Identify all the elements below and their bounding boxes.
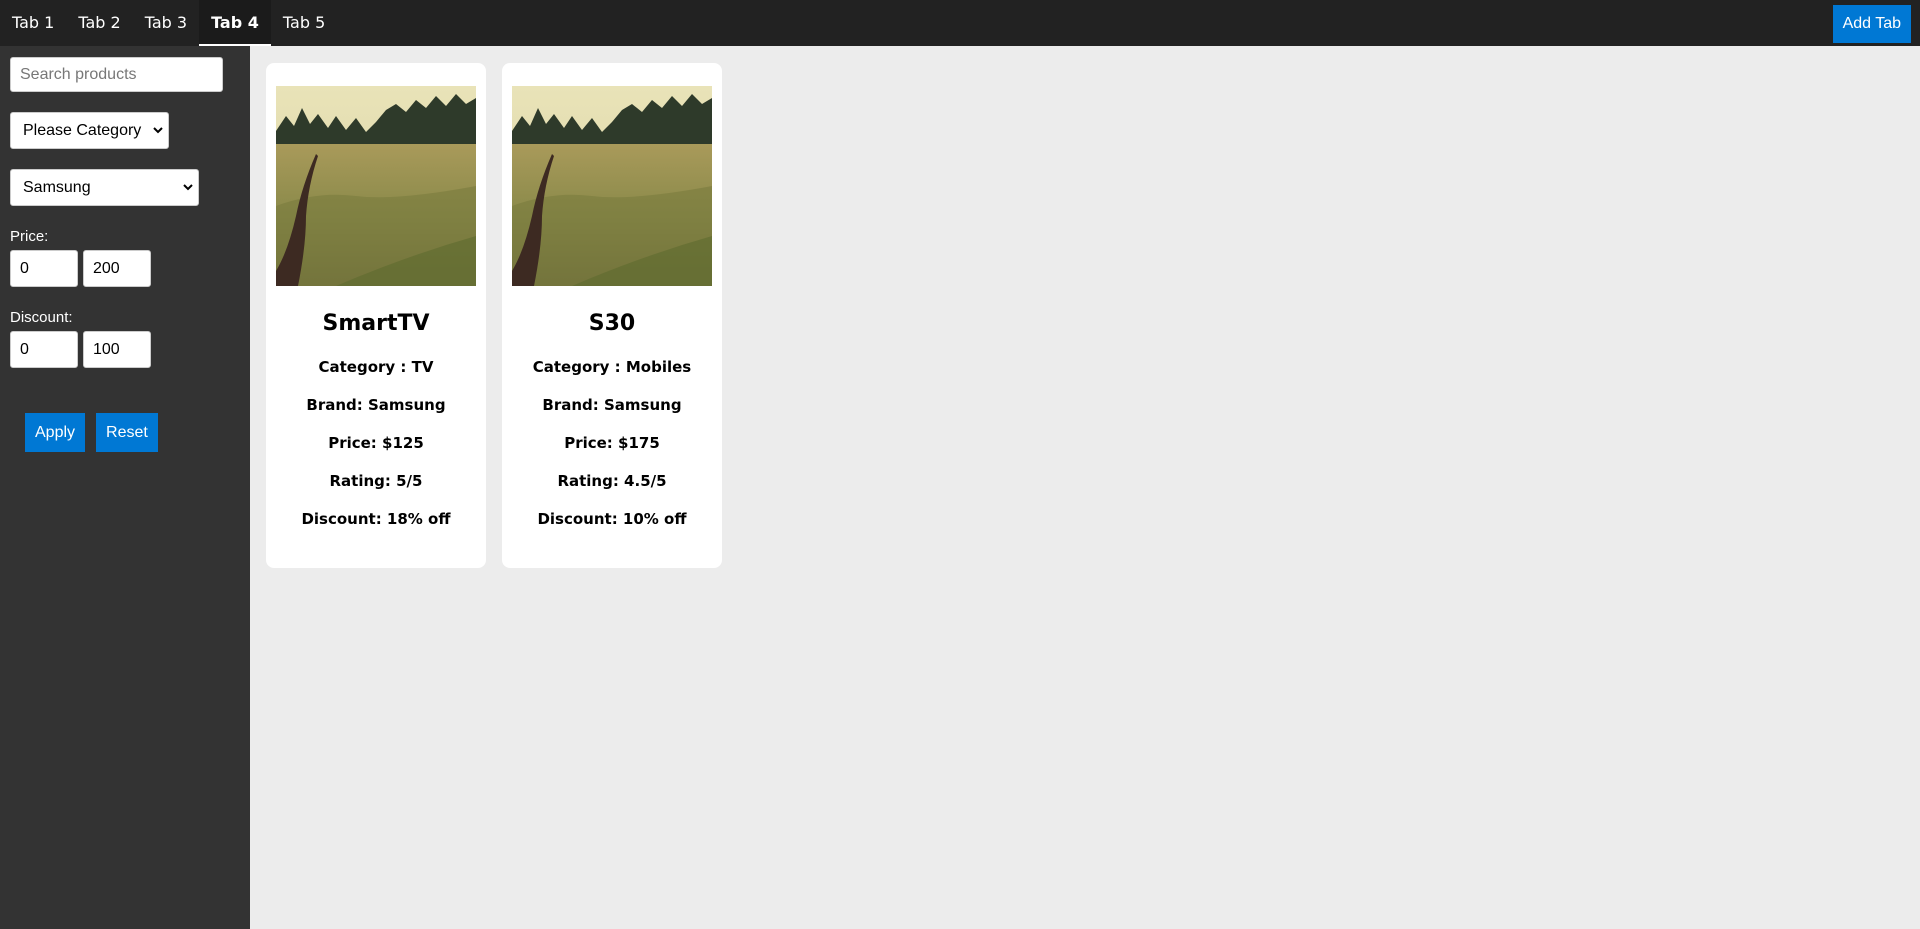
apply-button[interactable]: Apply	[25, 413, 86, 452]
discount-label: Discount:	[10, 309, 73, 326]
product-grid: SmartTV Category : TV Brand: Samsung Pri…	[250, 46, 1920, 929]
discount-range: 0 100	[10, 331, 240, 368]
reset-button[interactable]: Reset	[96, 413, 158, 452]
brand-select[interactable]: Samsung	[10, 169, 199, 206]
add-tab-button[interactable]: Add Tab	[1832, 5, 1911, 43]
tab-2[interactable]: Tab 2	[66, 0, 132, 46]
discount-min-input[interactable]: 0	[10, 331, 78, 368]
product-discount: Discount: 10% off	[537, 510, 687, 528]
tab-3[interactable]: Tab 3	[133, 0, 199, 46]
filter-actions: Apply Reset	[25, 413, 240, 452]
price-label: Price:	[10, 228, 49, 245]
tab-4[interactable]: Tab 4	[199, 0, 271, 46]
search-input[interactable]	[10, 57, 223, 92]
category-select-value: Please Category	[23, 121, 142, 139]
product-name: SmartTV	[322, 311, 430, 336]
tab-list: Tab 1 Tab 2 Tab 3 Tab 4 Tab 5	[0, 0, 337, 46]
product-brand: Brand: Samsung	[542, 396, 682, 414]
product-category: Category : TV	[318, 358, 434, 376]
top-tab-bar: Tab 1 Tab 2 Tab 3 Tab 4 Tab 5 Add Tab	[0, 0, 1920, 46]
product-card[interactable]: S30 Category : Mobiles Brand: Samsung Pr…	[502, 63, 722, 568]
product-rating: Rating: 5/5	[329, 472, 423, 490]
product-name: S30	[588, 311, 636, 336]
price-range: 0 200	[10, 250, 240, 287]
price-max-input[interactable]: 200	[83, 250, 151, 287]
product-card[interactable]: SmartTV Category : TV Brand: Samsung Pri…	[266, 63, 486, 568]
discount-max-input[interactable]: 100	[83, 331, 151, 368]
product-discount: Discount: 18% off	[301, 510, 451, 528]
chevron-down-icon	[183, 182, 193, 194]
tab-1[interactable]: Tab 1	[0, 0, 66, 46]
product-price: Price: $175	[564, 434, 660, 452]
tab-5[interactable]: Tab 5	[271, 0, 337, 46]
brand-select-value: Samsung	[23, 178, 91, 196]
product-price: Price: $125	[328, 434, 424, 452]
product-category: Category : Mobiles	[532, 358, 692, 376]
product-image	[512, 86, 712, 286]
product-image	[276, 86, 476, 286]
product-brand: Brand: Samsung	[306, 396, 446, 414]
filter-sidebar: Please Category Samsung Price: 0 200 Dis…	[0, 46, 250, 929]
category-select[interactable]: Please Category	[10, 112, 169, 149]
price-min-input[interactable]: 0	[10, 250, 78, 287]
product-rating: Rating: 4.5/5	[557, 472, 667, 490]
chevron-down-icon	[153, 125, 163, 137]
